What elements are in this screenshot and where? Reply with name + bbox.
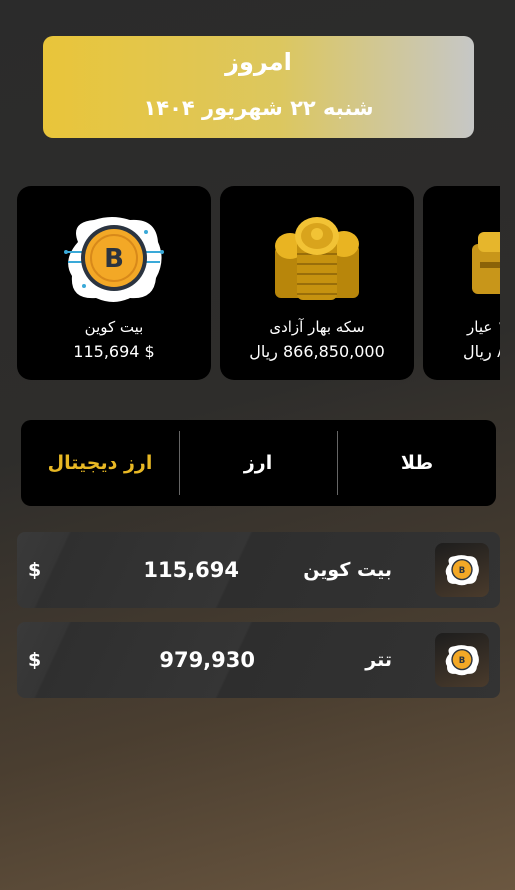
- price-value: 979,930: [159, 648, 255, 672]
- price-value: 115,694: [143, 558, 239, 582]
- asset-name: بیت کوین: [303, 559, 392, 581]
- svg-text:B: B: [104, 244, 124, 274]
- gold-coins-icon: [275, 217, 359, 300]
- card-value: $ 115,694: [73, 342, 155, 361]
- card-bitcoin[interactable]: B بیت کوین $ 115,694: [17, 186, 211, 380]
- gold-treasure-icon: [472, 232, 500, 294]
- card-name: سکه بهار آزادی: [269, 318, 365, 336]
- currency-symbol: $: [28, 649, 42, 671]
- category-tabs: ارز دیجیتال ارز طلا: [21, 420, 496, 506]
- date-title: امروز: [225, 48, 292, 76]
- list-item-tether[interactable]: $ 979,930 تتر B: [17, 622, 500, 698]
- asset-name: تتر: [365, 649, 392, 671]
- currency-symbol: $: [28, 559, 42, 581]
- card-gold-18k[interactable]: طلا ۱۸ عیار ۸ ریال: [423, 186, 500, 380]
- card-value: 866,850,000 ریال: [249, 342, 385, 361]
- card-gold-coin[interactable]: سکه بهار آزادی 866,850,000 ریال: [220, 186, 414, 380]
- bitcoin-icon: B: [435, 633, 489, 687]
- date-banner: امروز شنبه ۲۲ شهریور ۱۴۰۴: [43, 36, 474, 138]
- card-name: طلا ۱۸ عیار: [467, 318, 500, 336]
- svg-text:B: B: [459, 656, 466, 666]
- card-value: ۸ ریال: [463, 342, 500, 361]
- svg-text:B: B: [459, 566, 466, 576]
- tab-crypto[interactable]: ارز دیجیتال: [21, 420, 179, 506]
- bitcoin-icon: B: [64, 217, 164, 302]
- card-name: بیت کوین: [84, 318, 144, 336]
- tab-currency[interactable]: ارز: [179, 420, 337, 506]
- price-cards-carousel[interactable]: B بیت کوین $ 115,694 سکه بهار آزادی 866,…: [0, 186, 500, 381]
- tab-gold[interactable]: طلا: [338, 420, 496, 506]
- bitcoin-icon: B: [435, 543, 489, 597]
- date-subtitle: شنبه ۲۲ شهریور ۱۴۰۴: [143, 96, 374, 120]
- list-item-bitcoin[interactable]: $ 115,694 بیت کوین B: [17, 532, 500, 608]
